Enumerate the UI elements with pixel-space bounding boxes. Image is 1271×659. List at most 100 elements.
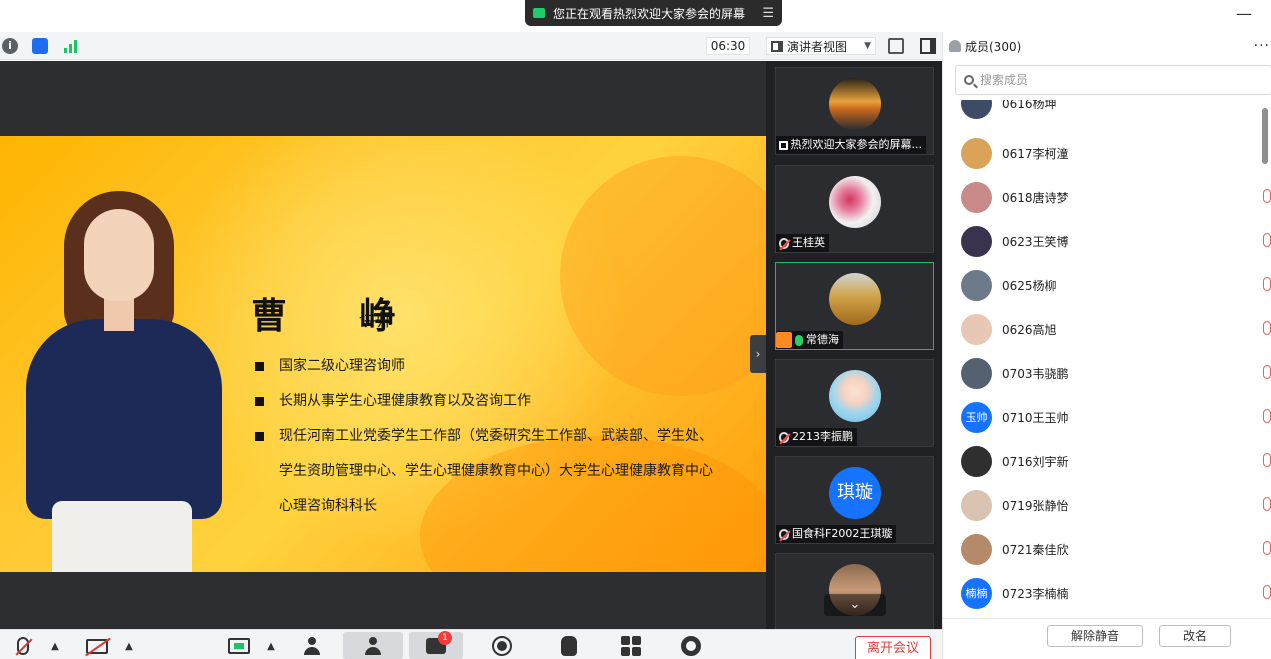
unmute-all-button[interactable]: 解除静音 (1047, 625, 1143, 647)
network-signal-icon[interactable] (64, 39, 80, 53)
list-item[interactable]: 0716刘宇新 (961, 443, 1271, 479)
list-item[interactable]: 0719张静怡 (961, 487, 1271, 523)
chevron-up-icon: ▲ (125, 640, 133, 652)
list-item[interactable]: 0616杨坤 (961, 100, 1261, 121)
avatar: 琪璇 (829, 467, 881, 519)
add-user-icon (303, 637, 321, 655)
members-panel: 成员(300) ··· 0616杨坤 0617李柯潼 0618唐诗梦 0623王… (942, 32, 1271, 659)
view-mode-label: 演讲者视图 (787, 39, 848, 54)
screen-share-icon (779, 140, 788, 150)
member-list[interactable]: 0616杨坤 0617李柯潼 0618唐诗梦 0623王笑博 0625杨柳 06… (943, 100, 1271, 618)
share-options-button[interactable]: ▲ (262, 634, 280, 658)
scroll-down-icon[interactable]: ⌄ (824, 594, 886, 616)
more-options-icon[interactable]: ··· (1254, 38, 1270, 54)
mic-muted-icon (1263, 541, 1271, 555)
audio-options-button[interactable]: ▲ (46, 634, 64, 658)
mic-muted-icon (779, 431, 789, 443)
member-name: 0703韦骁鹏 (1002, 366, 1069, 381)
member-name: 0625杨柳 (1002, 278, 1057, 293)
mic-muted-icon (1263, 321, 1271, 335)
video-options-button[interactable]: ▲ (120, 634, 138, 658)
mic-muted-icon (1263, 277, 1271, 291)
rename-button[interactable]: 改名 (1159, 625, 1231, 647)
raise-hand-button[interactable] (556, 634, 582, 658)
record-button[interactable] (488, 634, 516, 658)
member-search[interactable] (955, 65, 1271, 95)
video-button[interactable] (82, 634, 112, 658)
video-tile[interactable]: 王桂英 (775, 165, 934, 253)
hand-icon (561, 636, 577, 656)
member-name: 0617李柯潼 (1002, 146, 1069, 161)
invite-button[interactable] (298, 634, 326, 658)
member-name: 0623王笑博 (1002, 234, 1069, 249)
screen-share-banner[interactable]: 您正在观看热烈欢迎大家参会的屏幕 ☰ (525, 0, 782, 26)
settings-button[interactable] (678, 634, 704, 658)
avatar (961, 225, 992, 257)
member-name: 0723李楠楠 (1002, 586, 1069, 601)
video-tile[interactable]: 2213李振鹏 (775, 359, 934, 447)
chat-button[interactable] (409, 632, 463, 659)
security-shield-icon[interactable] (32, 38, 48, 54)
tile-label: 常德海 (806, 333, 839, 346)
list-item[interactable]: 0703韦骁鹏 (961, 355, 1271, 391)
avatar (961, 313, 992, 345)
control-bar: ▲ ▲ ▲ 1 离开会议 (0, 629, 942, 659)
list-item[interactable]: 0721秦佳欣 (961, 531, 1271, 567)
list-item[interactable]: 0625杨柳 (961, 267, 1271, 303)
members-button[interactable] (343, 632, 403, 659)
video-tile[interactable]: 琪璇 国食科F2002王琪璇 (775, 456, 934, 544)
list-item[interactable]: 0626高旭 (961, 311, 1271, 347)
speaker-name: 曹 峥 (251, 295, 426, 337)
menu-icon[interactable]: ☰ (762, 6, 774, 21)
bio-item: 长期从事学生心理健康教育以及咨询工作 (252, 384, 752, 419)
minimize-icon[interactable]: — (1236, 4, 1252, 23)
share-screen-icon (228, 638, 250, 654)
video-tile-active-speaker[interactable]: 常德海 (775, 262, 934, 350)
list-item[interactable]: 玉帅 0710王玉帅 (961, 399, 1271, 435)
list-item[interactable]: 0617李柯潼 (961, 135, 1261, 171)
info-icon[interactable]: i (2, 38, 18, 54)
tile-label: 王桂英 (792, 236, 825, 249)
sidebar-toggle-icon[interactable] (920, 38, 936, 54)
leave-meeting-button[interactable]: 离开会议 (855, 636, 931, 659)
mic-muted-icon (1263, 409, 1271, 423)
members-title: 成员(300) (965, 39, 1022, 54)
collapse-strip-icon[interactable]: › (750, 335, 766, 373)
meeting-window: 您正在观看热烈欢迎大家参会的屏幕 ☰ — i 06:30 演讲者视图 ▼ 曹 峥… (0, 0, 1271, 659)
member-name: 0626高旭 (1002, 322, 1057, 337)
list-item[interactable]: 楠楠 0723李楠楠 (961, 575, 1271, 611)
members-icon (364, 636, 382, 655)
search-input[interactable] (980, 73, 1230, 87)
host-icon (776, 332, 792, 348)
video-tile[interactable]: 热烈欢迎大家参会的屏幕... (775, 67, 934, 155)
apps-button[interactable] (618, 634, 644, 658)
share-screen-button[interactable] (224, 634, 254, 658)
video-strip[interactable]: 热烈欢迎大家参会的屏幕... 王桂英 常德海 2213李振鹏 琪璇 国食科F20… (766, 61, 942, 629)
chat-unread-badge: 1 (438, 631, 452, 645)
mute-button[interactable] (10, 634, 36, 658)
avatar (829, 78, 881, 130)
list-item[interactable]: 0623王笑博 (961, 223, 1271, 259)
member-name: 0618唐诗梦 (1002, 190, 1069, 205)
avatar (961, 269, 992, 301)
meeting-toolbar: i 06:30 演讲者视图 ▼ (0, 32, 942, 60)
view-mode-dropdown[interactable]: 演讲者视图 ▼ (766, 37, 876, 55)
avatar (829, 176, 881, 228)
mic-muted-icon (1263, 453, 1271, 467)
chevron-down-icon: ▼ (864, 41, 871, 51)
member-list-scrollbar[interactable] (1262, 108, 1268, 164)
shared-screen-stage: 曹 峥 讲师 国家二级心理咨询师 长期从事学生心理健康教育以及咨询工作 现任河南… (0, 61, 766, 629)
gear-icon (681, 636, 701, 656)
list-item[interactable]: 0618唐诗梦 (961, 179, 1271, 215)
avatar (829, 273, 881, 325)
video-tile[interactable] (775, 553, 934, 629)
chevron-up-icon: ▲ (51, 640, 59, 652)
mic-muted-icon (779, 237, 789, 249)
search-icon (964, 75, 974, 85)
member-name: 0721秦佳欣 (1002, 542, 1069, 557)
fullscreen-icon[interactable] (888, 38, 904, 54)
share-banner-text: 您正在观看热烈欢迎大家参会的屏幕 (553, 6, 746, 21)
mic-muted-icon (779, 528, 789, 540)
screen-share-icon (533, 8, 545, 18)
avatar (961, 357, 992, 389)
